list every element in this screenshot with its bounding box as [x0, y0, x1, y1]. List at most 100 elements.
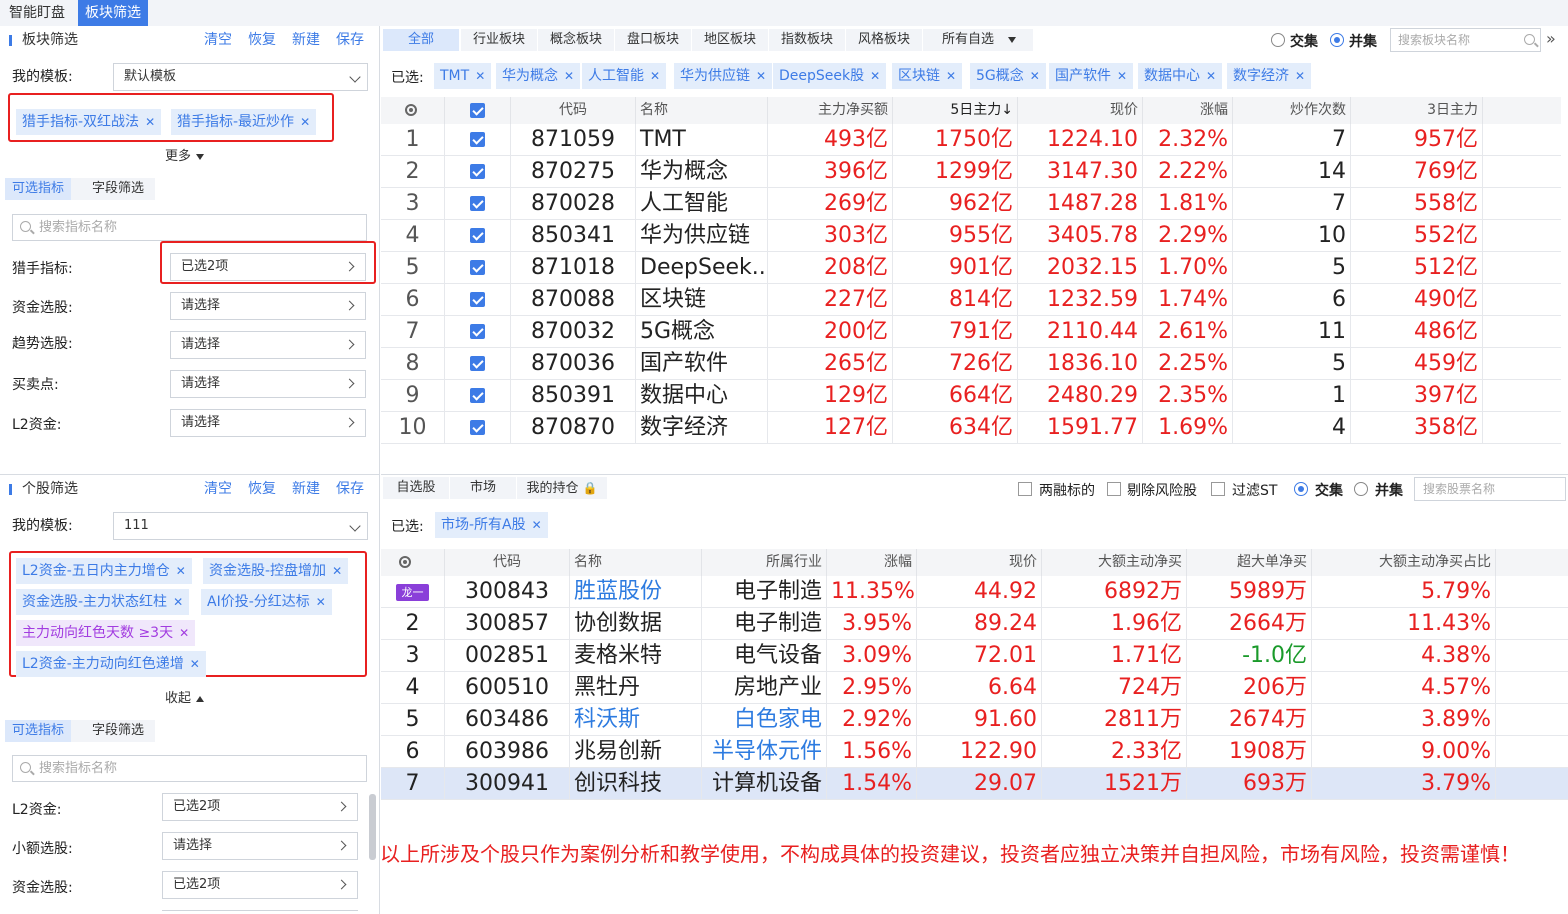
col-price[interactable]: 现价 [1018, 97, 1143, 124]
close-icon[interactable]: ✕ [176, 564, 186, 578]
stock-chip[interactable]: AI价投-分红达标 ✕ [201, 589, 332, 615]
col-code[interactable]: 代码 [445, 549, 570, 576]
scrollbar-thumb[interactable] [369, 794, 376, 860]
collapse-toggle[interactable]: 收起 [165, 687, 205, 706]
stock-indicator-search-input[interactable]: 搜索指标名称 [12, 755, 367, 782]
stock-chip[interactable]: L2资金-主力动向红色递增 ✕ [16, 651, 206, 677]
tab-all-watchlist[interactable]: 所有自选 [923, 29, 1033, 51]
sector-selected-chip[interactable]: 人工智能 ✕ [582, 63, 667, 89]
field-picker[interactable]: 请选择 [170, 292, 366, 320]
close-icon[interactable]: ✕ [532, 518, 542, 532]
close-icon[interactable]: ✕ [756, 69, 766, 83]
col-industry[interactable]: 所属行业 [702, 549, 827, 576]
tab-region[interactable]: 地区板块 [692, 29, 768, 51]
union-radio[interactable] [1330, 33, 1344, 47]
col-change[interactable]: 涨幅 [827, 549, 917, 576]
stock-restore-button[interactable]: 恢复 [248, 475, 276, 503]
sector-new-button[interactable]: 新建 [292, 26, 320, 54]
gear-icon[interactable] [405, 104, 417, 116]
close-icon[interactable]: ✕ [179, 626, 189, 640]
col-net-buy[interactable]: 主力净买额 [768, 97, 893, 124]
sector-clear-button[interactable]: 清空 [204, 26, 232, 54]
sector-chip[interactable]: 猎手指标-双红战法 ✕ [16, 109, 162, 135]
col-code[interactable]: 代码 [511, 97, 636, 124]
checkbox-icon[interactable] [470, 196, 485, 211]
table-row[interactable]: 4 850341 华为供应链 303亿 955亿 3405.78 2.29% 10 552亿 [381, 220, 1561, 252]
field-picker[interactable]: 请选择 [162, 832, 358, 860]
checkbox-icon[interactable] [470, 292, 485, 307]
stock-new-button[interactable]: 新建 [292, 475, 320, 503]
stock-scope-chip[interactable]: 市场-所有A股 ✕ [435, 512, 548, 538]
settings-header[interactable] [381, 97, 445, 124]
tab-market[interactable]: 市场 [450, 477, 516, 499]
field-picker[interactable]: 已选2项 [162, 793, 358, 821]
sector-save-button[interactable]: 保存 [336, 26, 364, 54]
intersect-radio[interactable] [1271, 33, 1285, 47]
close-icon[interactable]: ✕ [564, 69, 574, 83]
sector-selected-chip[interactable]: DeepSeek股 ✕ [773, 63, 887, 89]
tab-style[interactable]: 风格板块 [846, 29, 922, 51]
table-row[interactable]: 7 300941 创识科技 计算机设备 1.54% 29.07 1521万 693万 3.79% [381, 768, 1568, 800]
checkbox-icon[interactable] [470, 228, 485, 243]
table-row[interactable]: 10 870870 数字经济 127亿 634亿 1591.77 1.69% 4 358亿 [381, 412, 1561, 444]
col-name[interactable]: 名称 [636, 97, 768, 124]
more-toggle[interactable]: 更多 [165, 145, 205, 164]
sector-selected-chip[interactable]: 华为概念 ✕ [496, 63, 581, 89]
stock-clear-button[interactable]: 清空 [204, 475, 232, 503]
table-row[interactable]: 9 850391 数据中心 129亿 664亿 2480.29 2.35% 1 397亿 [381, 380, 1561, 412]
tab-optional-indicators[interactable]: 可选指标 [5, 178, 72, 200]
sector-selected-chip[interactable]: TMT ✕ [434, 63, 492, 89]
close-icon[interactable]: ✕ [946, 69, 956, 83]
stock-chip[interactable]: L2资金-五日内主力增仓 ✕ [16, 558, 192, 584]
checkbox-icon[interactable] [470, 103, 485, 118]
field-picker[interactable]: 请选择 [170, 331, 366, 359]
close-icon[interactable]: ✕ [1117, 69, 1127, 83]
close-icon[interactable]: ✕ [332, 564, 342, 578]
sector-search-input[interactable]: 搜索板块名称 [1390, 28, 1541, 52]
checkbox-icon[interactable] [470, 356, 485, 371]
close-icon[interactable]: ✕ [870, 69, 880, 83]
close-icon[interactable]: ✕ [1206, 69, 1216, 83]
sector-selected-chip[interactable]: 5G概念 ✕ [970, 63, 1046, 89]
select-all-header[interactable] [445, 97, 511, 124]
checkbox-icon[interactable] [470, 164, 485, 179]
col-large-net-buy[interactable]: 大额主动净买 [1042, 549, 1187, 576]
stock-search-input[interactable]: 搜索股票名称 [1414, 477, 1566, 501]
col-price[interactable]: 现价 [917, 549, 1042, 576]
tab-smart-watch[interactable]: 智能盯盘 [2, 0, 72, 26]
col-change[interactable]: 涨幅 [1143, 97, 1233, 124]
field-picker[interactable]: 请选择 [170, 370, 366, 398]
close-icon[interactable]: ✕ [650, 69, 660, 83]
intersect-radio[interactable] [1294, 482, 1308, 496]
tab-index[interactable]: 指数板块 [769, 29, 845, 51]
table-row[interactable]: 3 870028 人工智能 269亿 962亿 1487.28 1.81% 7 558亿 [381, 188, 1561, 220]
table-row[interactable]: 3 002851 麦格米特 电气设备 3.09% 72.01 1.71亿 -1.0亿 4.38% [381, 640, 1568, 672]
table-row[interactable]: 7 870032 5G概念 200亿 791亿 2110.44 2.61% 11 486亿 [381, 316, 1561, 348]
union-radio[interactable] [1354, 482, 1368, 496]
tab-field-filter[interactable]: 字段筛选 [85, 178, 151, 200]
col-hype-count[interactable]: 炒作次数 [1233, 97, 1351, 124]
close-icon[interactable]: ✕ [300, 115, 310, 129]
stock-chip[interactable]: 主力动向红色天数 ≥3天 ✕ [16, 620, 196, 646]
table-row[interactable]: 6 870088 区块链 227亿 814亿 1232.59 1.74% 6 490亿 [381, 284, 1561, 316]
close-icon[interactable]: ✕ [190, 657, 200, 671]
sector-selected-chip[interactable]: 数据中心 ✕ [1138, 63, 1223, 89]
gear-icon[interactable] [399, 556, 411, 568]
table-row[interactable]: 5 603486 科沃斯 白色家电 2.92% 91.60 2811万 2674万 3.89% [381, 704, 1568, 736]
tab-my-holdings[interactable]: 我的持仓 🔒 [517, 477, 607, 499]
exclude-risk-checkbox[interactable] [1107, 482, 1121, 496]
settings-header[interactable] [381, 549, 445, 576]
tab-field-filter[interactable]: 字段筛选 [85, 720, 151, 742]
field-picker[interactable]: 已选2项 [162, 871, 358, 899]
col-super-large-net[interactable]: 超大单净买 [1187, 549, 1312, 576]
col-5d-main[interactable]: 5日主力↓ [893, 97, 1018, 124]
tab-market[interactable]: 盘口板块 [615, 29, 691, 51]
table-row[interactable]: 1 871059 TMT 493亿 1750亿 1224.10 2.32% 7 957亿 [381, 124, 1561, 156]
close-icon[interactable]: ✕ [316, 595, 326, 609]
close-icon[interactable]: ✕ [173, 595, 183, 609]
tab-concept[interactable]: 概念板块 [538, 29, 614, 51]
field-picker[interactable]: 已选2项 [170, 253, 366, 281]
tab-industry[interactable]: 行业板块 [461, 29, 537, 51]
sector-selected-chip[interactable]: 数字经济 ✕ [1227, 63, 1312, 89]
stock-save-button[interactable]: 保存 [336, 475, 364, 503]
